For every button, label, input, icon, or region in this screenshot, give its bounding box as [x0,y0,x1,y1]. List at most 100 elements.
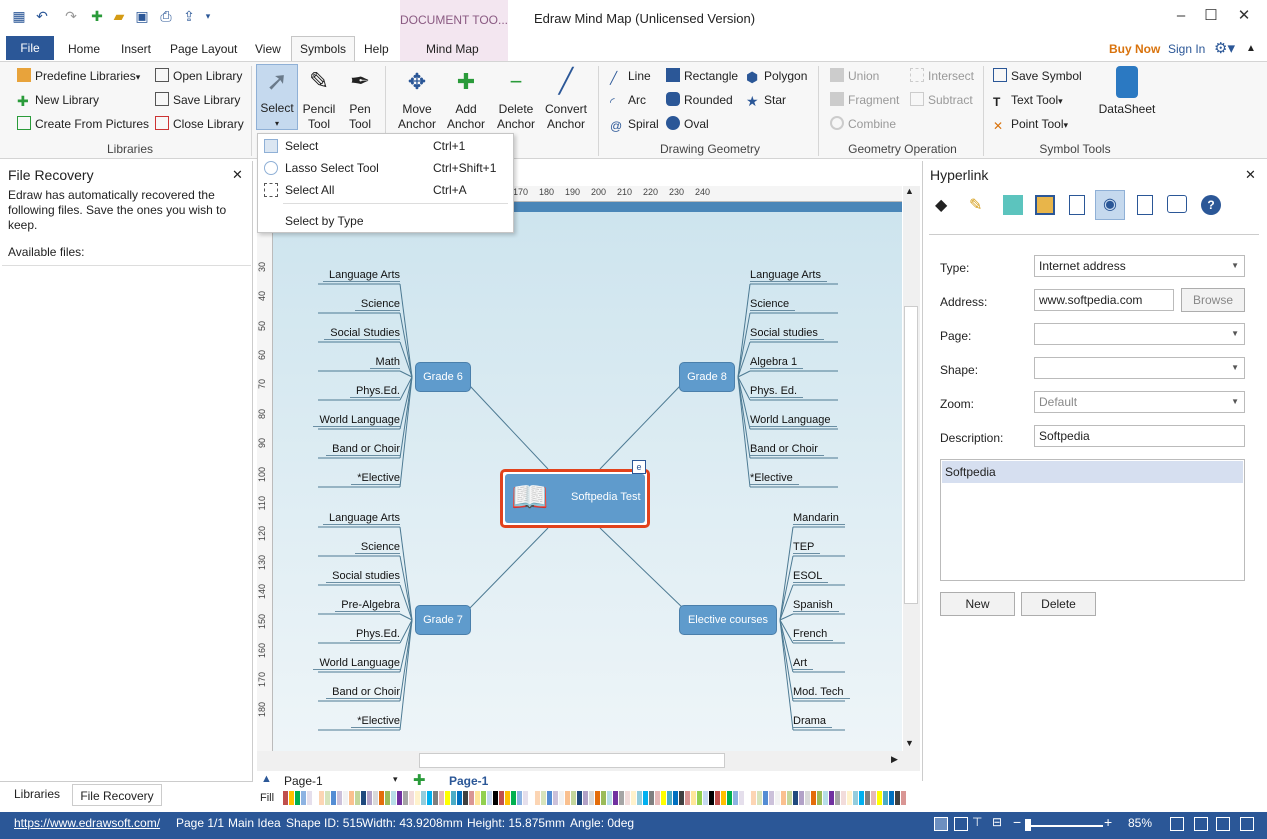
color-swatch[interactable] [727,791,732,805]
topic-grade-8[interactable]: Grade 8 [679,362,735,392]
subtopic[interactable]: Social studies [750,327,824,340]
subtopic[interactable]: Science [354,298,400,311]
address-input[interactable]: www.softpedia.com [1034,289,1174,311]
color-swatch[interactable] [463,791,468,805]
color-swatch[interactable] [787,791,792,805]
shadow-icon[interactable] [1003,195,1023,215]
color-swatch[interactable] [619,791,624,805]
hyperlink-globe-icon[interactable]: ◉ [1095,190,1125,220]
subtopic[interactable]: Math [369,356,400,369]
fill-icon[interactable]: ◆ [935,195,955,215]
color-swatch[interactable] [289,791,294,805]
central-topic[interactable]: 📖 Softpedia Test [500,469,650,528]
color-swatch[interactable] [445,791,450,805]
color-swatch[interactable] [829,791,834,805]
color-swatch[interactable] [355,791,360,805]
zoom-out-icon[interactable]: − [1013,814,1021,830]
subtopic[interactable]: World Language [313,657,400,670]
subtopic[interactable]: Mandarin [793,512,845,525]
color-swatch[interactable] [553,791,558,805]
color-swatch[interactable] [631,791,636,805]
type-select[interactable]: Internet address ▼ [1034,255,1245,277]
color-swatch[interactable] [637,791,642,805]
color-swatch[interactable] [733,791,738,805]
color-swatch[interactable] [319,791,324,805]
color-swatch[interactable] [577,791,582,805]
color-swatch[interactable] [835,791,840,805]
color-swatch[interactable] [517,791,522,805]
topic-elective-courses[interactable]: Elective courses [679,605,777,635]
color-swatch[interactable] [763,791,768,805]
line-color-icon[interactable]: ✎ [969,195,989,215]
attachment-icon[interactable] [1137,195,1153,215]
color-swatch[interactable] [529,791,534,805]
zoom-slider-handle[interactable] [1025,819,1031,831]
comment-icon[interactable] [1167,195,1187,213]
color-swatch[interactable] [367,791,372,805]
color-swatch[interactable] [361,791,366,805]
color-swatch[interactable] [469,791,474,805]
color-swatch[interactable] [373,791,378,805]
color-swatch[interactable] [799,791,804,805]
color-swatch[interactable] [847,791,852,805]
color-swatch[interactable] [655,791,660,805]
color-swatch[interactable] [859,791,864,805]
color-swatch[interactable] [685,791,690,805]
fit-width-icon[interactable] [1194,817,1208,831]
color-swatch[interactable] [547,791,552,805]
color-swatch[interactable] [307,791,312,805]
color-swatch[interactable] [601,791,606,805]
color-palette[interactable] [283,791,906,805]
presentation-icon[interactable]: ⊤ [972,815,982,829]
subtopic[interactable]: Pre-Algebra [335,599,400,612]
subtopic[interactable]: Language Arts [323,269,400,282]
color-swatch[interactable] [403,791,408,805]
fit-page-icon[interactable] [1170,817,1184,831]
help-icon[interactable]: ? [1201,195,1221,215]
color-swatch[interactable] [493,791,498,805]
subtopic[interactable]: Language Arts [323,512,400,525]
layer-icon[interactable] [1035,195,1055,215]
color-swatch[interactable] [889,791,894,805]
add-page-icon[interactable]: ✚ [413,771,426,789]
subtopic[interactable]: Band or Choir [326,443,400,456]
color-swatch[interactable] [709,791,714,805]
color-swatch[interactable] [379,791,384,805]
color-swatch[interactable] [475,791,480,805]
color-swatch[interactable] [823,791,828,805]
color-swatch[interactable] [331,791,336,805]
menu-item-select-by-type[interactable]: Select by Type [258,210,513,232]
collapse-icon[interactable]: ▲ [261,773,272,785]
subtopic[interactable]: Phys.Ed. [349,628,400,641]
color-swatch[interactable] [715,791,720,805]
color-swatch[interactable] [505,791,510,805]
zoom-slider[interactable] [1027,825,1103,827]
subtopic[interactable]: *Elective [351,472,400,485]
subtopic[interactable]: ESOL [793,570,829,583]
page-selector[interactable]: Page-1 [284,774,323,788]
subtopic[interactable]: Science [354,541,400,554]
color-swatch[interactable] [565,791,570,805]
subtopic[interactable]: World Language [750,414,837,427]
subtopic[interactable]: *Elective [750,472,799,485]
subtopic[interactable]: Drama [793,715,833,728]
fit-icon[interactable]: ⊟ [992,815,1002,829]
color-swatch[interactable] [433,791,438,805]
color-swatch[interactable] [487,791,492,805]
color-swatch[interactable] [613,791,618,805]
subtopic[interactable]: Phys. Ed. [750,385,804,398]
scroll-right-icon[interactable]: ▶ [891,754,898,765]
color-swatch[interactable] [325,791,330,805]
page-view-icon[interactable] [954,817,968,831]
color-swatch[interactable] [409,791,414,805]
color-swatch[interactable] [349,791,354,805]
color-swatch[interactable] [313,791,318,805]
shape-select[interactable]: ▼ [1034,357,1245,379]
color-swatch[interactable] [625,791,630,805]
color-swatch[interactable] [781,791,786,805]
color-swatch[interactable] [775,791,780,805]
color-swatch[interactable] [691,791,696,805]
topic-grade-7[interactable]: Grade 7 [415,605,471,635]
color-swatch[interactable] [571,791,576,805]
color-swatch[interactable] [523,791,528,805]
